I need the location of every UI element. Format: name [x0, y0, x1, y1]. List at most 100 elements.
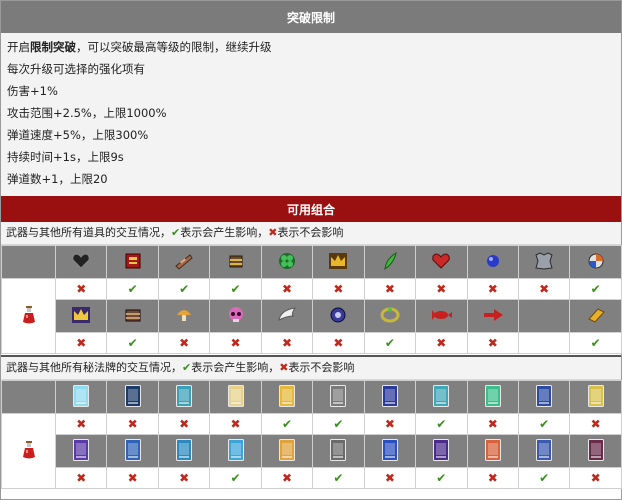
arcana-card-1-icon — [73, 384, 90, 410]
spellbinder-icon — [124, 306, 142, 327]
wings-icon — [277, 306, 297, 327]
item-icon-cell — [569, 245, 622, 279]
item-mark-cell — [517, 332, 571, 354]
check-icon: ✔ — [281, 417, 292, 431]
item-icon-cell — [54, 245, 108, 279]
arcana-card-2-icon — [124, 384, 141, 410]
breakthrough-header: 突破限制 — [1, 1, 621, 33]
check-icon: ✔ — [539, 417, 550, 431]
arcana-card-6-icon — [330, 384, 347, 410]
arcana-card-4-icon — [227, 384, 244, 410]
item-mark-cell: ✔ — [106, 332, 159, 354]
items-icon-row-1 — [1, 245, 622, 279]
check-icon: ✔ — [436, 417, 447, 431]
item-icon-cell — [209, 245, 262, 279]
cross-icon: ✖ — [179, 417, 190, 431]
arcana-card-11-icon — [587, 384, 604, 410]
cross-icon: ✖ — [384, 417, 395, 431]
item-mark-cell: ✖ — [466, 278, 519, 300]
item-mark-cell: ✔ — [569, 332, 622, 354]
arcana-icon-cell — [209, 434, 262, 468]
arcana-card-7-icon — [381, 384, 398, 410]
item-icon-cell — [260, 299, 314, 333]
arcana-icon-cell — [466, 434, 519, 468]
arcana-card-8-icon — [433, 384, 450, 410]
cross-icon: ✖ — [76, 282, 87, 296]
cross-icon: ✖ — [590, 471, 601, 485]
item-mark-cell: ✔ — [157, 278, 211, 300]
check-icon: ✔ — [384, 336, 395, 350]
item-icon-cell — [363, 299, 417, 333]
item-mark-cell: ✖ — [466, 332, 519, 354]
check-icon: ✔ — [333, 471, 344, 485]
cross-icon: ✖ — [539, 282, 550, 296]
breakthrough-header-title: 突破限制 — [286, 10, 335, 25]
arcana-icon-cell — [312, 380, 365, 414]
arcana-icon-cell — [312, 434, 365, 468]
check-icon: ✔ — [590, 282, 601, 296]
arcana-mark-cell: ✖ — [363, 413, 417, 435]
cross-icon: ✖ — [127, 471, 138, 485]
check-icon: ✔ — [230, 471, 241, 485]
cross-icon: ✖ — [590, 417, 601, 431]
check-icon: ✔ — [127, 336, 138, 350]
cross-icon: ✖ — [76, 471, 87, 485]
item-mark-cell: ✖ — [209, 332, 262, 354]
items-icon-row-2 — [2, 299, 622, 333]
item-icon-cell — [157, 299, 211, 333]
arcana-mark-cell: ✖ — [106, 467, 159, 489]
item-mark-cell: ✔ — [209, 278, 262, 300]
item-icon-cell — [106, 245, 159, 279]
cross-icon: ✖ — [230, 417, 241, 431]
arcana-icon-cell — [415, 380, 468, 414]
arcana-icon-cell — [363, 380, 417, 414]
red-arrow-icon — [482, 308, 504, 325]
item-icon-cell — [363, 245, 417, 279]
arcana-icon-cell — [569, 380, 622, 414]
arcana-mark-row-2: ✖ ✖ ✖ ✔ ✖ ✔ ✖ ✔ ✖ ✔ ✖ — [2, 467, 622, 489]
arcana-mark-cell: ✖ — [54, 413, 108, 435]
desc-line-1-bold: 限制突破 — [30, 40, 76, 54]
arcana-mark-cell: ✖ — [569, 467, 622, 489]
item-icon-cell — [517, 299, 571, 333]
attractorb-icon — [329, 306, 347, 327]
arcana-mark-cell: ✖ — [209, 413, 262, 435]
weapon-header-cell — [1, 380, 56, 414]
red-potion-icon — [22, 305, 36, 327]
item-icon-cell — [569, 299, 622, 333]
skull-icon — [227, 306, 245, 327]
arcana-note-prefix: 武器与其他所有秘法牌的交互情况， — [6, 361, 182, 374]
desc-line-1-post: ，可以突破最高等级的限制，继续升级 — [76, 40, 272, 54]
cross-icon: ✖ — [76, 336, 87, 350]
combos-header: 可用组合 — [1, 196, 621, 222]
cross-icon: ✖ — [179, 471, 190, 485]
clover-icon — [278, 252, 296, 273]
candelabrador-icon — [174, 252, 194, 273]
arcana-interaction-table: ✖ ✖ ✖ ✖ ✔ ✔ ✖ ✔ ✖ ✔ ✖ ✖ ✖ ✖ ✔ ✖ ✔ ✖ ✔ ✖ ✔ ✖ — [1, 380, 622, 489]
check-icon: ✔ — [333, 417, 344, 431]
cross-icon: ✖ — [487, 282, 498, 296]
check-icon: ✔ — [179, 282, 190, 296]
item-icon-cell — [312, 245, 365, 279]
feather-icon — [382, 251, 398, 274]
breakthrough-description: 开启限制突破，可以突破最高等级的限制，继续升级 每次升级可选择的强化项有 伤害+… — [1, 33, 621, 196]
cross-icon: ✖ — [230, 336, 241, 350]
item-mark-cell: ✔ — [363, 332, 417, 354]
item-mark-cell: ✖ — [54, 332, 108, 354]
check-icon: ✔ — [539, 471, 550, 485]
item-icon-cell — [260, 245, 314, 279]
arcana-card-18-icon — [381, 438, 398, 464]
arcana-mark-cell: ✖ — [466, 413, 519, 435]
arcana-card-10-icon — [536, 384, 553, 410]
cross-icon: ✖ — [384, 282, 395, 296]
item-mark-cell: ✖ — [260, 278, 314, 300]
crown-icon — [328, 252, 348, 273]
arcana-icon-cell — [106, 380, 159, 414]
gold-bar-icon — [586, 307, 606, 326]
item-mark-cell: ✖ — [517, 278, 571, 300]
item-icon-cell — [517, 245, 571, 279]
arcana-icon-cell — [260, 380, 314, 414]
arcana-card-15-icon — [227, 438, 244, 464]
arcana-icon-cell — [106, 434, 159, 468]
arcana-mark-cell: ✖ — [260, 467, 314, 489]
